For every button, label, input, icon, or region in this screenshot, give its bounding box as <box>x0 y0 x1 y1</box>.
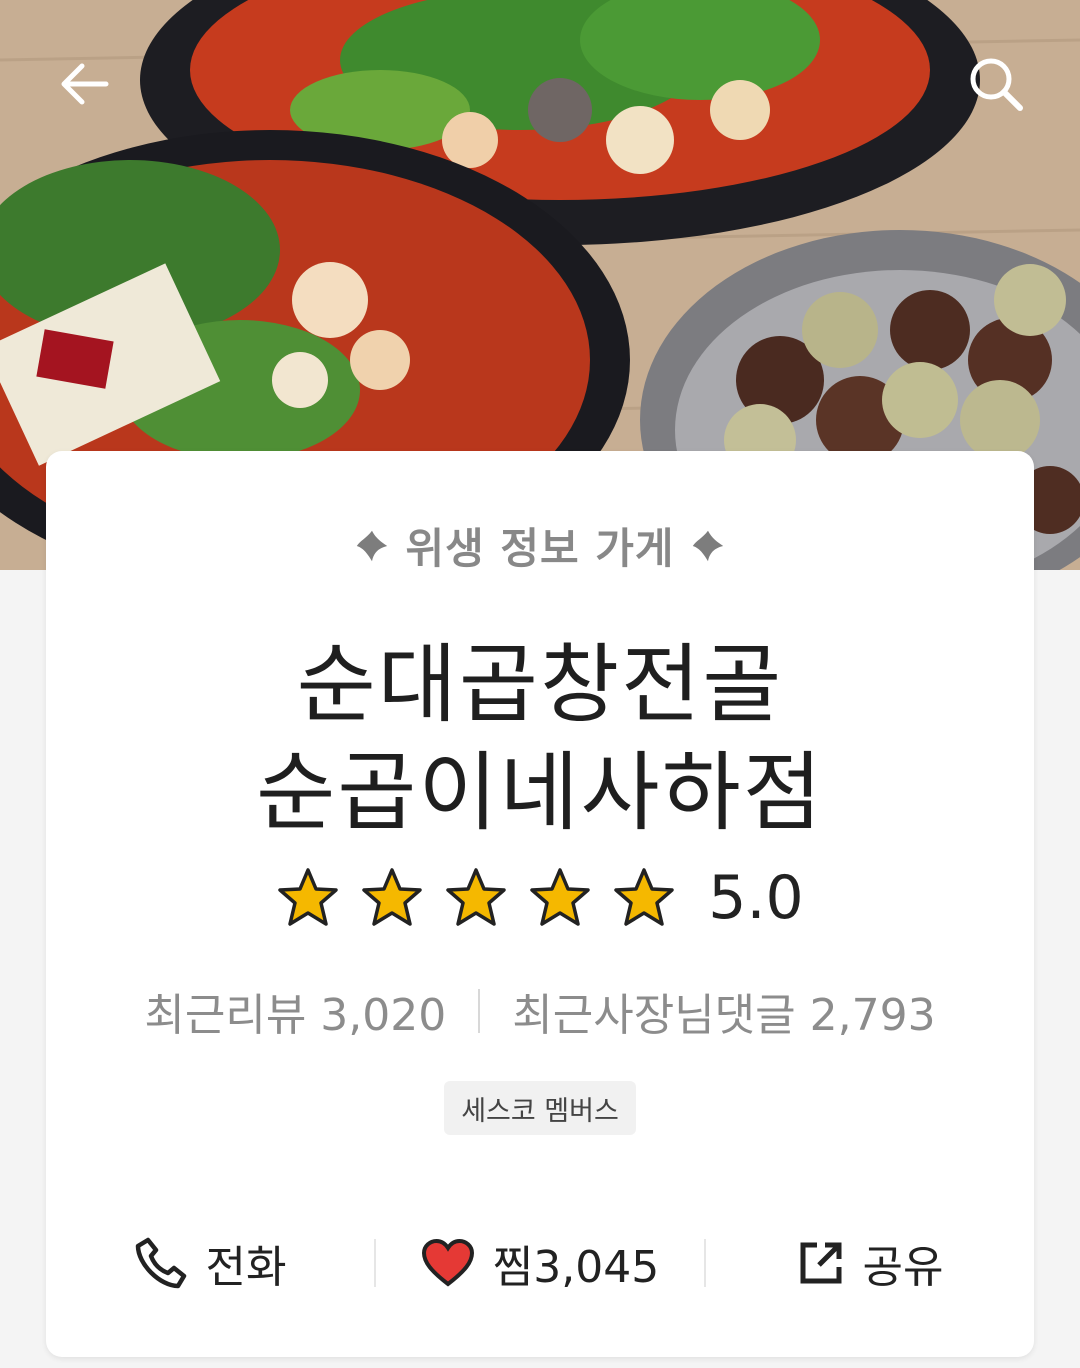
recent-owner-replies-count[interactable]: 최근사장님댓글 2,793 <box>512 979 935 1043</box>
favorite-count: 찜3,045 <box>492 1242 660 1293</box>
share-label: 공유 <box>862 1242 944 1293</box>
leaf-ornament-icon <box>692 530 723 561</box>
rating-value: 5.0 <box>708 863 804 933</box>
star-icon <box>362 868 423 926</box>
store-detail-screen: 위생 정보 가게 순대곱창전골 순곱이네사하점 5.0 최근리뷰 3,020 최… <box>0 0 1080 1368</box>
phone-icon <box>135 1237 186 1289</box>
hygiene-info-label[interactable]: 위생 정보 가게 <box>46 515 1034 576</box>
rating-stars <box>276 866 676 930</box>
star-icon <box>278 868 339 926</box>
stat-divider <box>478 989 481 1033</box>
star-icon <box>614 868 675 926</box>
arrow-left-icon <box>61 63 109 105</box>
store-name: 순대곱창전골 순곱이네사하점 <box>46 631 1034 847</box>
favorite-button[interactable]: 찜3,045 <box>376 1215 704 1311</box>
heart-icon <box>421 1238 474 1287</box>
back-button[interactable] <box>44 44 124 124</box>
share-icon <box>800 1242 842 1284</box>
badge-label: 세스코 멤버스 <box>461 1095 619 1127</box>
leaf-ornament-icon <box>357 530 388 561</box>
star-icon <box>530 868 591 926</box>
search-button[interactable] <box>956 44 1036 124</box>
call-label: 전화 <box>205 1242 287 1293</box>
review-stats: 최근리뷰 3,020 최근사장님댓글 2,793 <box>46 979 1034 1043</box>
store-name-line2: 순곱이네사하점 <box>256 743 824 843</box>
star-icon <box>446 868 507 926</box>
recent-reviews-count[interactable]: 최근리뷰 3,020 <box>144 979 446 1043</box>
share-button[interactable]: 공유 <box>706 1215 1034 1311</box>
search-icon <box>970 58 1023 111</box>
store-rating: 5.0 <box>46 863 1034 933</box>
store-name-line1: 순대곱창전골 <box>296 635 784 735</box>
call-button[interactable]: 전화 <box>46 1215 374 1311</box>
store-actions: 전화 찜3,045 공유 <box>46 1215 1034 1311</box>
store-info-card: 위생 정보 가게 순대곱창전골 순곱이네사하점 5.0 최근리뷰 3,020 최… <box>46 451 1034 1357</box>
cesco-members-badge: 세스코 멤버스 <box>444 1081 636 1135</box>
hygiene-label-text: 위생 정보 가게 <box>405 524 675 573</box>
